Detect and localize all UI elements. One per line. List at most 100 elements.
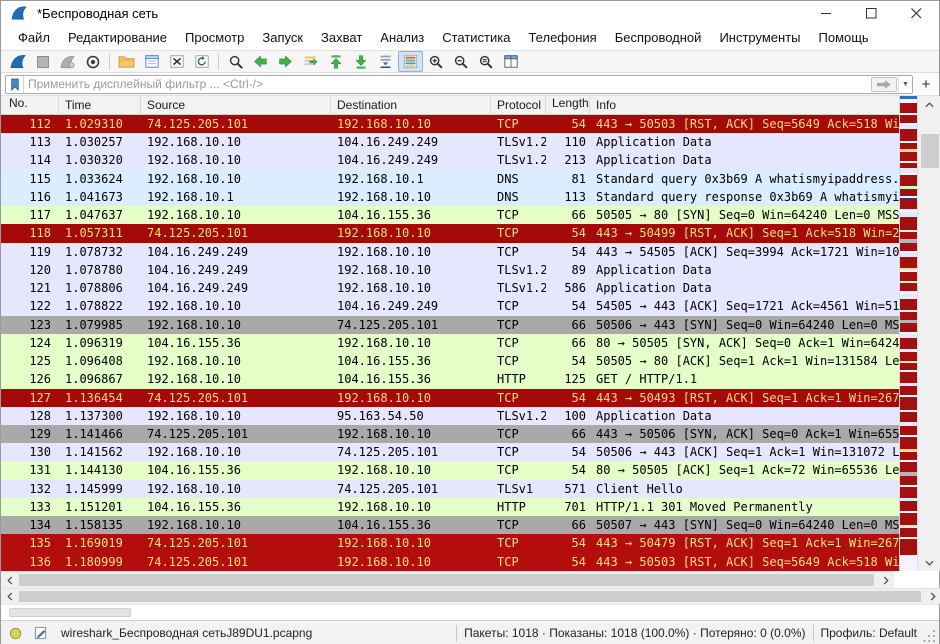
packet-row[interactable]: 1181.05731174.125.205.101192.168.10.10TC… — [1, 224, 899, 242]
stop-capture-button[interactable] — [30, 51, 55, 72]
packet-row[interactable]: 1281.137300192.168.10.1095.163.54.50TLSv… — [1, 407, 899, 425]
header-info[interactable]: Info — [590, 96, 899, 115]
minimize-button[interactable] — [804, 1, 849, 25]
scroll-up-button[interactable] — [918, 96, 940, 113]
filter-bookmark-button[interactable] — [6, 76, 24, 93]
display-filter-input[interactable] — [24, 77, 871, 92]
expert-info-button[interactable] — [9, 627, 22, 640]
packet-row[interactable]: 1311.144130104.16.155.36192.168.10.10TCP… — [1, 461, 899, 479]
vertical-scroll-thumb[interactable] — [921, 134, 939, 168]
packet-row[interactable]: 1361.18099974.125.205.101192.168.10.10TC… — [1, 553, 899, 571]
packet-row[interactable]: 1331.151201104.16.155.36192.168.10.10HTT… — [1, 498, 899, 516]
pane-resize-handle[interactable] — [9, 608, 131, 617]
menu-statistics[interactable]: Статистика — [433, 27, 519, 48]
menu-analyze[interactable]: Анализ — [371, 27, 433, 48]
menu-capture[interactable]: Захват — [312, 27, 371, 48]
zoom-out-button[interactable] — [448, 51, 473, 72]
packet-row[interactable]: 1201.078780104.16.249.249192.168.10.10TL… — [1, 261, 899, 279]
packet-row[interactable]: 1321.145999192.168.10.1074.125.205.101TL… — [1, 480, 899, 498]
capture-options-button[interactable] — [80, 51, 105, 72]
horizontal-scroll-thumb[interactable] — [19, 574, 874, 586]
packet-row[interactable]: 1141.030320192.168.10.10104.16.249.249TL… — [1, 151, 899, 169]
menu-file[interactable]: Файл — [9, 27, 59, 48]
scroll-right-button[interactable] — [877, 572, 894, 588]
capture-comment-button[interactable] — [34, 626, 47, 640]
maximize-button[interactable] — [849, 1, 894, 25]
close-file-button[interactable] — [164, 51, 189, 72]
statusbar-divider — [456, 625, 457, 641]
packet-row[interactable]: 1231.079985192.168.10.1074.125.205.101TC… — [1, 316, 899, 334]
packet-row[interactable]: 1341.158135192.168.10.10104.16.155.36TCP… — [1, 516, 899, 534]
zoom-reset-button[interactable] — [473, 51, 498, 72]
header-no[interactable]: No. — [1, 96, 59, 115]
filter-dropdown-button[interactable]: ▼ — [898, 76, 912, 93]
resize-grip-icon[interactable] — [923, 623, 937, 643]
packet-minimap-scrollbar[interactable] — [899, 96, 917, 571]
packet-row[interactable]: 1241.096319104.16.155.36192.168.10.10TCP… — [1, 334, 899, 352]
packet-row[interactable]: 1131.030257192.168.10.10104.16.249.249TL… — [1, 133, 899, 151]
scroll-left-button[interactable] — [1, 589, 18, 604]
header-time[interactable]: Time — [59, 96, 141, 115]
apply-filter-button[interactable] — [871, 77, 897, 92]
header-source[interactable]: Source — [141, 96, 331, 115]
packet-row[interactable]: 1161.041673192.168.10.1192.168.10.10DNS1… — [1, 188, 899, 206]
packet-row[interactable]: 1151.033624192.168.10.10192.168.10.1DNS8… — [1, 170, 899, 188]
packet-row[interactable]: 1271.13645474.125.205.101192.168.10.10TC… — [1, 389, 899, 407]
minimap-stripe — [900, 272, 917, 281]
packet-row[interactable]: 1291.14146674.125.205.101192.168.10.10TC… — [1, 425, 899, 443]
cell-proto: TCP — [491, 206, 546, 224]
cell-dst: 192.168.10.10 — [331, 461, 491, 479]
horizontal-scrollbar-secondary[interactable] — [1, 588, 940, 604]
cell-src: 192.168.10.10 — [141, 170, 331, 188]
header-length[interactable]: Length — [546, 96, 590, 115]
menu-telephony[interactable]: Телефония — [519, 27, 605, 48]
minimize-icon — [821, 8, 832, 19]
add-filter-button[interactable]: + — [917, 75, 935, 94]
go-back-icon — [252, 54, 269, 69]
reload-file-button[interactable] — [189, 51, 214, 72]
packet-row[interactable]: 1171.047637192.168.10.10104.16.155.36TCP… — [1, 206, 899, 224]
profile-label[interactable]: Профиль: Default — [821, 626, 918, 640]
packet-row[interactable]: 1211.078806104.16.249.249192.168.10.10TL… — [1, 279, 899, 297]
colorize-packets-button[interactable] — [398, 51, 423, 72]
go-forward-button[interactable] — [273, 51, 298, 72]
packet-row[interactable]: 1301.141562192.168.10.1074.125.205.101TC… — [1, 443, 899, 461]
horizontal-scroll-thumb[interactable] — [19, 591, 921, 602]
zoom-in-button[interactable] — [423, 51, 448, 72]
packet-row[interactable]: 1221.078822192.168.10.10104.16.249.249TC… — [1, 297, 899, 315]
close-button[interactable] — [894, 1, 939, 25]
menu-tools[interactable]: Инструменты — [710, 27, 809, 48]
menu-view[interactable]: Просмотр — [176, 27, 253, 48]
header-protocol[interactable]: Protocol — [491, 96, 546, 115]
packet-row[interactable]: 1261.096867192.168.10.10104.16.155.36HTT… — [1, 370, 899, 388]
start-capture-button[interactable] — [5, 51, 30, 72]
scroll-down-button[interactable] — [918, 554, 940, 571]
scroll-left-button[interactable] — [1, 572, 18, 588]
restart-capture-button[interactable] — [55, 51, 80, 72]
packet-row[interactable]: 1121.02931074.125.205.101192.168.10.10TC… — [1, 115, 899, 133]
packet-row[interactable]: 1251.096408192.168.10.10104.16.155.36TCP… — [1, 352, 899, 370]
save-file-button[interactable] — [139, 51, 164, 72]
packet-row[interactable]: 1351.16901974.125.205.101192.168.10.10TC… — [1, 534, 899, 552]
auto-scroll-button[interactable] — [373, 51, 398, 72]
capture-file-name[interactable]: wireshark_Беспроводная сетьJ89DU1.pcapng — [61, 626, 449, 640]
resize-columns-button[interactable] — [498, 51, 523, 72]
go-last-button[interactable] — [348, 51, 373, 72]
go-to-packet-button[interactable] — [298, 51, 323, 72]
find-packet-button[interactable] — [223, 51, 248, 72]
open-file-button[interactable] — [114, 51, 139, 72]
packet-rows: 1121.02931074.125.205.101192.168.10.10TC… — [1, 115, 899, 571]
menu-wireless[interactable]: Беспроводной — [606, 27, 711, 48]
horizontal-scrollbar-list[interactable] — [1, 571, 894, 588]
packet-row[interactable]: 1191.078732104.16.249.249192.168.10.10TC… — [1, 243, 899, 261]
cell-no: 120 — [1, 261, 59, 279]
header-destination[interactable]: Destination — [331, 96, 491, 115]
menu-go[interactable]: Запуск — [253, 27, 312, 48]
cell-no: 123 — [1, 316, 59, 334]
menu-edit[interactable]: Редактирование — [59, 27, 176, 48]
scroll-right-button[interactable] — [924, 589, 940, 604]
go-first-button[interactable] — [323, 51, 348, 72]
menu-help[interactable]: Помощь — [810, 27, 878, 48]
vertical-scrollbar[interactable] — [917, 96, 940, 571]
go-back-button[interactable] — [248, 51, 273, 72]
